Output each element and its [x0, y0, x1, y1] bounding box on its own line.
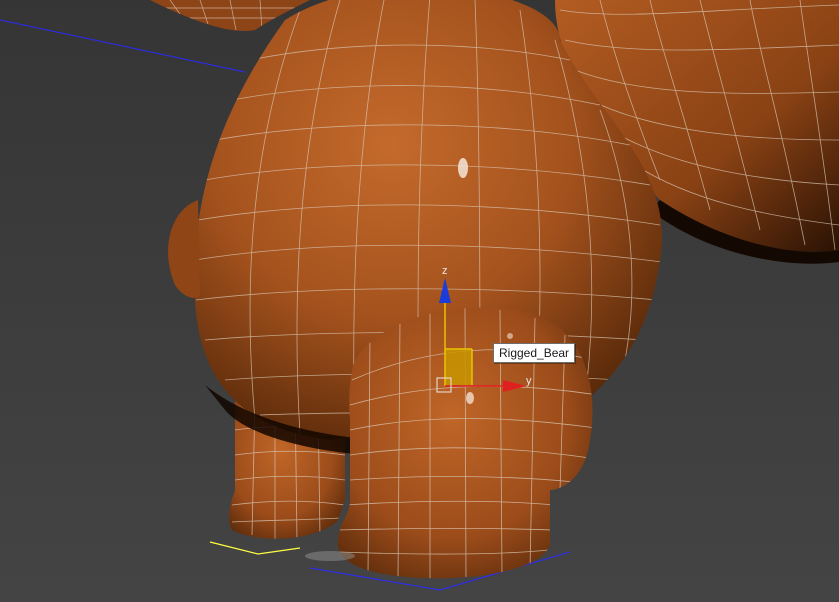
leg-specular-highlight: [466, 392, 474, 404]
viewport-canvas[interactable]: z y: [0, 0, 839, 602]
gizmo-y-label: y: [526, 375, 532, 387]
object-name-tooltip: Rigged_Bear: [493, 343, 576, 363]
foot-contact-shadow: [305, 551, 355, 561]
knee-specular-highlight: [507, 333, 513, 339]
gizmo-plane-yz[interactable]: [445, 349, 472, 385]
gizmo-z-label: z: [442, 265, 448, 277]
specular-highlight: [458, 158, 468, 178]
3d-viewport[interactable]: z y Rigged_Bear: [0, 0, 839, 602]
